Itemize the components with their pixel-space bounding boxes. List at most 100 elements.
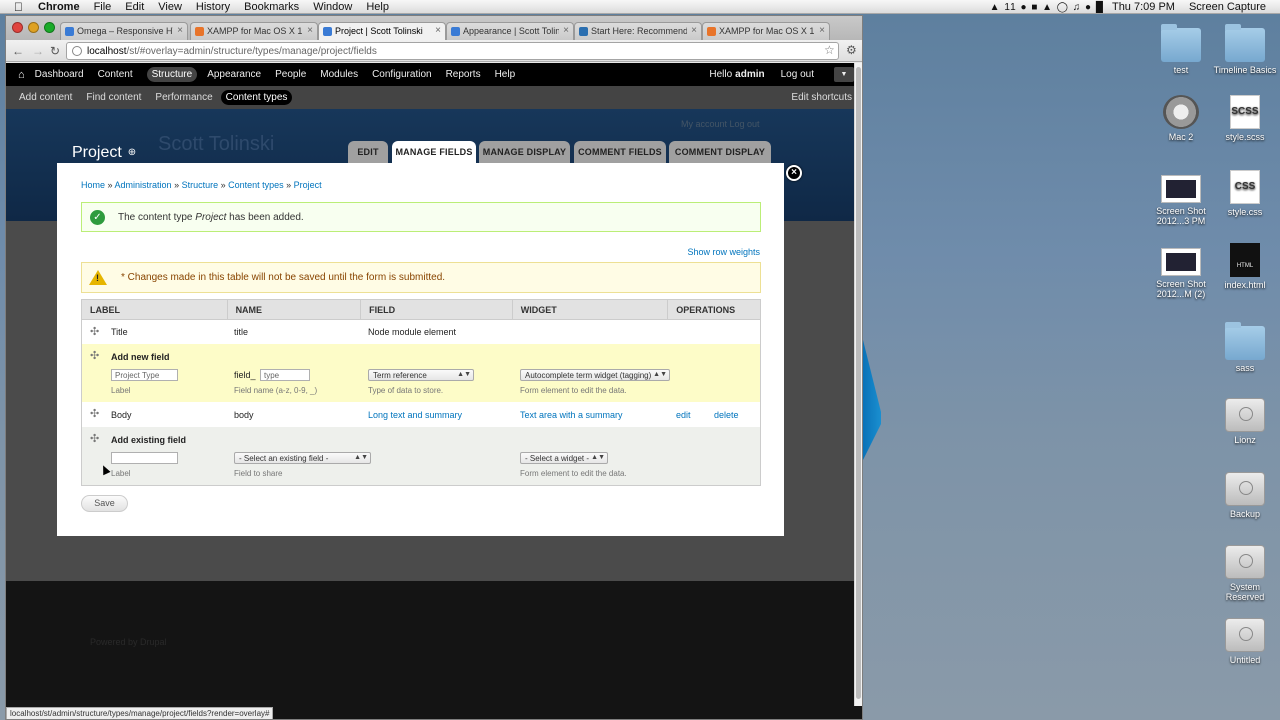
close-tab-icon[interactable]: × [307, 25, 313, 36]
close-window-button[interactable] [12, 22, 23, 33]
toolbar-people[interactable]: People [275, 69, 306, 80]
browser-tab-appearance[interactable]: Appearance | Scott Tolinski× [446, 22, 574, 40]
browser-tab-xampp-1[interactable]: XAMPP for Mac OS X 1.7.3× [190, 22, 318, 40]
minimize-window-button[interactable] [28, 22, 39, 33]
desktop-item-mac-2[interactable]: Mac 2 [1146, 95, 1216, 142]
browser-tab-start-here[interactable]: Start Here: Recommended× [574, 22, 702, 40]
close-tab-icon[interactable]: × [177, 25, 183, 36]
shortcut-add-content[interactable]: Add content [19, 92, 72, 103]
desktop-item-backup[interactable]: Backup [1210, 472, 1280, 519]
new-field-widget-select[interactable]: Autocomplete term widget (tagging) ▲▼ [520, 369, 670, 381]
forward-arrow-icon[interactable]: → [32, 44, 44, 58]
tab-comment-display[interactable]: COMMENT DISPLAY [669, 141, 771, 163]
warning-icon: ! [89, 270, 107, 285]
breadcrumb-project[interactable]: Project [294, 180, 322, 190]
disk-icon [1225, 545, 1265, 579]
check-icon: ✓ [90, 209, 105, 225]
page-scrollbar[interactable] [854, 63, 862, 706]
close-tab-icon[interactable]: × [691, 25, 697, 36]
reload-icon[interactable]: ↻ [50, 44, 60, 58]
menu-window[interactable]: Window [313, 1, 352, 13]
desktop-item-style-css[interactable]: CSS style.css [1210, 170, 1280, 217]
row-widget-link[interactable]: Text area with a summary [520, 410, 623, 420]
toolbar-configuration[interactable]: Configuration [372, 69, 431, 80]
bookmark-star-icon[interactable]: ☆ [824, 43, 835, 57]
menubar-clock[interactable]: Thu 7:09 PM [1112, 1, 1175, 13]
browser-tab-project[interactable]: Project | Scott Tolinski × [318, 22, 446, 41]
menu-help[interactable]: Help [366, 1, 389, 13]
menubar-active-app[interactable]: Screen Capture [1189, 1, 1266, 13]
back-arrow-icon[interactable]: ← [12, 44, 24, 58]
apple-icon[interactable]:  [14, 0, 26, 14]
menu-app-name[interactable]: Chrome [38, 1, 80, 13]
breadcrumb-content-types[interactable]: Content types [228, 180, 284, 190]
tab-manage-display[interactable]: MANAGE DISPLAY [479, 141, 570, 163]
desktop-item-screenshot-1[interactable]: Screen Shot 2012...3 PM [1146, 175, 1216, 226]
menu-bookmarks[interactable]: Bookmarks [244, 1, 299, 13]
logout-link[interactable]: Log out [781, 69, 814, 80]
shortcut-find-content[interactable]: Find content [86, 92, 141, 103]
desktop-item-untitled[interactable]: Untitled [1210, 618, 1280, 665]
close-tab-icon[interactable]: × [563, 25, 569, 36]
disk-icon [1225, 472, 1265, 506]
drag-handle-icon[interactable]: ✣ [90, 432, 99, 445]
drag-handle-icon[interactable]: ✣ [90, 325, 99, 338]
breadcrumb-home[interactable]: Home [81, 180, 105, 190]
desktop-item-timeline-basics[interactable]: Timeline Basics [1210, 24, 1280, 75]
breadcrumb-administration[interactable]: Administration [115, 180, 172, 190]
wrench-menu-icon[interactable]: ⚙ [846, 43, 857, 57]
menu-history[interactable]: History [196, 1, 230, 13]
desktop-item-index-html[interactable]: HTML index.html [1210, 243, 1280, 290]
delete-link[interactable]: delete [714, 410, 739, 420]
menu-file[interactable]: File [94, 1, 112, 13]
toolbar-modules[interactable]: Modules [320, 69, 358, 80]
toolbar-appearance[interactable]: Appearance [207, 69, 261, 80]
menu-edit[interactable]: Edit [125, 1, 144, 13]
desktop-item-sass[interactable]: sass [1210, 322, 1280, 373]
tab-edit[interactable]: EDIT [348, 141, 388, 163]
existing-field-label-input[interactable] [111, 452, 178, 464]
breadcrumb-structure[interactable]: Structure [182, 180, 219, 190]
home-icon[interactable]: ⌂ [18, 69, 25, 81]
page-info-icon[interactable] [72, 46, 82, 56]
drag-handle-icon[interactable]: ✣ [90, 407, 99, 420]
menu-view[interactable]: View [158, 1, 182, 13]
close-overlay-icon[interactable]: × [786, 165, 802, 181]
toolbar-structure[interactable]: Structure [146, 67, 198, 82]
toggle-shortcuts-icon[interactable]: ▼ [834, 67, 854, 82]
desktop-item-system-reserved[interactable]: System Reserved [1210, 545, 1280, 602]
edit-shortcuts-link[interactable]: Edit shortcuts [791, 92, 852, 103]
shortcut-content-types[interactable]: Content types [220, 90, 293, 105]
browser-tab-xampp-2[interactable]: XAMPP for Mac OS X 1.7.3× [702, 22, 830, 40]
new-field-type-select[interactable]: Term reference ▲▼ [368, 369, 474, 381]
tab-comment-fields[interactable]: COMMENT FIELDS [574, 141, 666, 163]
address-bar[interactable]: localhost/st/#overlay=admin/structure/ty… [66, 42, 839, 60]
existing-widget-select[interactable]: - Select a widget - ▲▼ [520, 452, 608, 464]
shortcut-performance[interactable]: Performance [155, 92, 212, 103]
menubar-status-icons[interactable]: ▲ 11 ● ■ ▲ ◯ ♫ ● █ [990, 2, 1104, 13]
toolbar-dashboard[interactable]: Dashboard [35, 69, 84, 80]
toolbar-reports[interactable]: Reports [446, 69, 481, 80]
tab-manage-fields[interactable]: MANAGE FIELDS [392, 141, 476, 164]
new-field-label-input[interactable]: Project Type [111, 369, 178, 381]
zoom-window-button[interactable] [44, 22, 55, 33]
row-field-type-link[interactable]: Long text and summary [368, 410, 462, 420]
username-link[interactable]: admin [735, 69, 764, 80]
toolbar-help[interactable]: Help [495, 69, 516, 80]
existing-field-select[interactable]: - Select an existing field - ▲▼ [234, 452, 371, 464]
save-button[interactable]: Save [81, 495, 128, 512]
scrollbar-thumb[interactable] [856, 67, 861, 699]
desktop-item-style-scss[interactable]: SCSS style.scss [1210, 95, 1280, 142]
add-shortcut-icon[interactable]: ⊕ [128, 147, 136, 158]
desktop-item-lionz[interactable]: Lionz [1210, 398, 1280, 445]
close-tab-icon[interactable]: × [435, 25, 441, 36]
show-row-weights-link[interactable]: Show row weights [687, 247, 760, 257]
new-field-name-input[interactable]: type [260, 369, 310, 381]
desktop-item-test[interactable]: test [1146, 24, 1216, 75]
close-tab-icon[interactable]: × [819, 25, 825, 36]
desktop-item-screenshot-2[interactable]: Screen Shot 2012...M (2) [1146, 248, 1216, 299]
toolbar-content[interactable]: Content [98, 69, 133, 80]
drag-handle-icon[interactable]: ✣ [90, 349, 99, 362]
browser-tab-omega[interactable]: Omega – Responsive HTML× [60, 22, 188, 40]
edit-link[interactable]: edit [676, 410, 691, 420]
